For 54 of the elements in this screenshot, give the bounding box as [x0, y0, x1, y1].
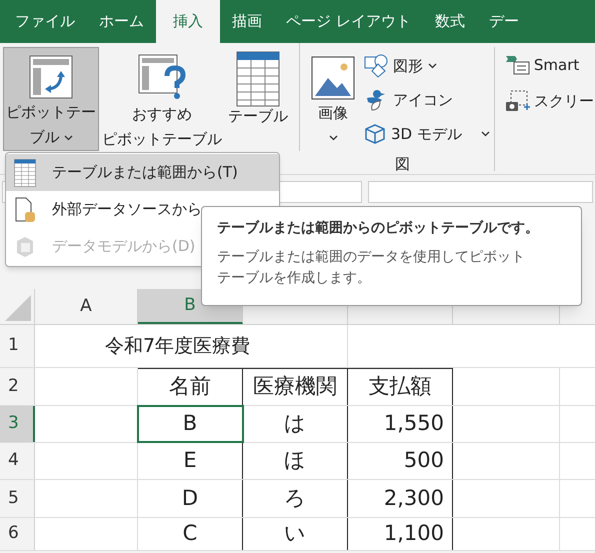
table-button[interactable]: テーブル	[225, 47, 291, 151]
table-cell: E	[138, 443, 243, 479]
table-cell: 名前	[138, 368, 243, 405]
row-header[interactable]: 2	[0, 368, 35, 405]
cube-icon	[364, 123, 386, 145]
menu-item[interactable]: テーブルまたは範囲から(T)	[6, 154, 279, 191]
tooltip-title: テーブルまたは範囲からのピボットテーブルです。	[217, 219, 540, 238]
table-cell: C	[138, 518, 243, 550]
pivot-table-icon	[29, 55, 73, 99]
ribbon-small-button[interactable]: 3D モデル	[364, 119, 490, 149]
table-cell: い	[243, 518, 348, 550]
table-cell: 医療機関	[243, 368, 348, 405]
shapes-icon	[364, 54, 388, 78]
table-cell: 1,550	[348, 406, 453, 442]
sheet-title: 令和7年度医療費	[105, 334, 250, 359]
row-header[interactable]: 5	[0, 480, 35, 517]
ribbon-tab[interactable]: デー	[476, 0, 531, 43]
ribbon-small-button[interactable]: 図形	[364, 51, 490, 81]
table-icon	[236, 51, 280, 107]
ribbon-tab[interactable]: 描画	[220, 0, 274, 43]
row-header[interactable]: 6	[0, 518, 35, 550]
row-header[interactable]: 3	[0, 406, 35, 442]
table-cell: D	[138, 480, 243, 517]
row-header[interactable]: 4	[0, 443, 35, 479]
table-cell: B	[138, 406, 243, 442]
table-cell: 2,300	[348, 480, 453, 517]
tooltip-text: テーブルまたは範囲のデータを使用してピボット テーブルを作成します。	[217, 248, 526, 288]
recommended-pivot-icon	[138, 54, 186, 102]
table-cell: 支払額	[348, 368, 453, 405]
table-cell: ほ	[243, 443, 348, 479]
smartart-icon	[504, 54, 531, 76]
ribbon-small-button[interactable]: Smart	[504, 51, 594, 79]
table-cell: は	[243, 406, 348, 442]
table-cell: ろ	[243, 480, 348, 517]
group-label: 図	[394, 154, 410, 175]
ribbon-tab[interactable]: 数式	[422, 0, 477, 43]
ribbon-small-button[interactable]: スクリー	[504, 87, 594, 115]
image-button[interactable]: 画像	[308, 47, 358, 151]
ribbon-tab[interactable]: ファイル	[3, 0, 87, 43]
image-icon	[311, 56, 355, 100]
screenshot-icon	[504, 89, 531, 113]
document-database-icon	[13, 196, 37, 222]
table-icon	[12, 158, 38, 186]
row-header[interactable]: 1	[0, 325, 35, 367]
select-all-icon[interactable]	[5, 295, 31, 321]
table-cell: 500	[348, 443, 453, 479]
ribbon-tab[interactable]: 挿入	[156, 0, 220, 43]
ribbon-small-button[interactable]: アイコン	[364, 85, 490, 115]
pivot-table-button[interactable]: ピボットテー ブル	[3, 47, 99, 151]
table-cell: 1,100	[348, 518, 453, 550]
recommended-pivot-button[interactable]: おすすめ ピボットテーブル	[99, 47, 225, 151]
ribbon-tab[interactable]: ページ レイアウト	[274, 0, 423, 43]
ribbon-tab[interactable]: ホーム	[87, 0, 156, 43]
formula-bar[interactable]	[368, 181, 593, 203]
